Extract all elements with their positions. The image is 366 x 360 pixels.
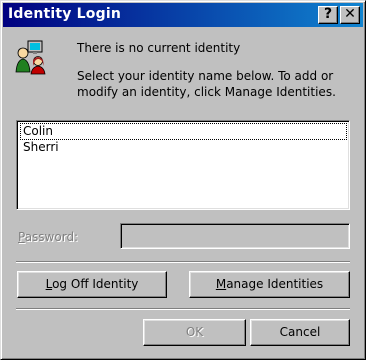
identity-list[interactable]: Colin Sherri [16,120,350,210]
password-label-mnemonic: P [18,230,25,244]
title-bar[interactable]: Identity Login ? ✕ [3,3,363,27]
manage-mnemonic: M [215,277,227,291]
log-off-identity-button[interactable]: Log Off Identity [17,271,167,298]
log-off-label: og Off Identity [52,277,139,291]
password-label-rest: assword: [24,230,79,244]
window-title: Identity Login [8,6,122,22]
identity-item-sherri[interactable]: Sherri [21,140,61,155]
separator-bottom [16,308,350,310]
manage-label: anage Identities [226,277,324,291]
separator-top [16,261,350,263]
status-text: There is no current identity [77,41,241,55]
identity-item-colin[interactable]: Colin [20,123,347,140]
password-label: Password: [18,230,78,244]
instruction-text: Select your identity name below. To add … [77,69,336,99]
identities-icon [15,40,46,75]
password-field[interactable] [120,223,350,249]
help-button[interactable]: ? [318,6,338,24]
cancel-button[interactable]: Cancel [250,319,350,346]
close-button[interactable]: ✕ [340,6,360,24]
ok-button[interactable]: OK [143,319,246,346]
identity-login-dialog: Identity Login ? ✕ There is no current i… [0,0,366,360]
manage-identities-button[interactable]: Manage Identities [189,271,350,298]
